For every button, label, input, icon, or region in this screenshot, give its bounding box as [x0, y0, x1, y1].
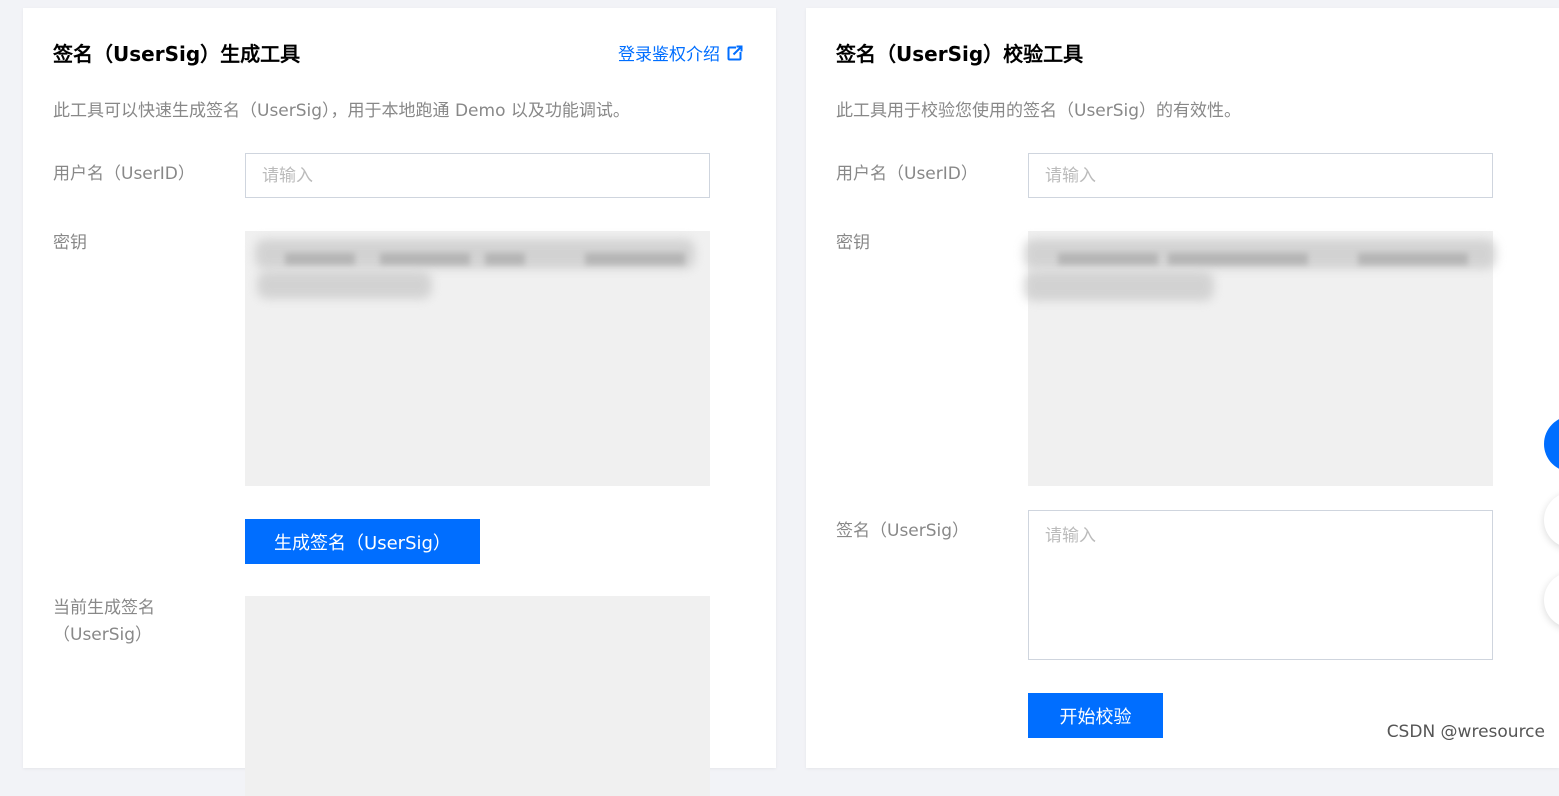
- generator-key-field[interactable]: [245, 231, 710, 486]
- current-usersig-output[interactable]: [245, 596, 710, 796]
- current-usersig-label-line1: 当前生成签名: [53, 598, 155, 618]
- auth-intro-link-label: 登录鉴权介绍: [618, 45, 720, 65]
- generate-usersig-button[interactable]: 生成签名（UserSig）: [245, 519, 480, 564]
- verifier-description: 此工具用于校验您使用的签名（UserSig）的有效性。: [836, 101, 1242, 121]
- generator-userid-input[interactable]: [245, 153, 710, 198]
- verifier-userid-input[interactable]: [1028, 153, 1493, 198]
- start-verify-button[interactable]: 开始校验: [1028, 693, 1163, 738]
- generator-key-label: 密钥: [53, 233, 87, 253]
- verifier-userid-label: 用户名（UserID）: [836, 164, 978, 184]
- generator-userid-label: 用户名（UserID）: [53, 164, 195, 184]
- verifier-key-field[interactable]: [1024, 231, 1496, 486]
- verifier-sig-label: 签名（UserSig）: [836, 521, 970, 541]
- auth-intro-link[interactable]: 登录鉴权介绍: [618, 40, 743, 65]
- external-link-icon: [727, 44, 743, 61]
- verifier-title: 签名（UserSig）校验工具: [836, 42, 1084, 66]
- csdn-watermark: CSDN @wresource: [1386, 722, 1545, 742]
- generator-description: 此工具可以快速生成签名（UserSig），用于本地跑通 Demo 以及功能调试。: [53, 101, 630, 121]
- verifier-key-label: 密钥: [836, 233, 870, 253]
- usersig-verifier-card: 签名（UserSig）校验工具 此工具用于校验您使用的签名（UserSig）的有…: [806, 8, 1559, 768]
- current-usersig-label: 当前生成签名 （UserSig）: [53, 595, 155, 649]
- verifier-sig-input[interactable]: [1028, 510, 1493, 660]
- generator-title: 签名（UserSig）生成工具: [53, 42, 301, 66]
- current-usersig-label-line2: （UserSig）: [53, 625, 153, 645]
- usersig-generator-card: 签名（UserSig）生成工具 登录鉴权介绍 此工具可以快速生成签名（UserS…: [23, 8, 776, 796]
